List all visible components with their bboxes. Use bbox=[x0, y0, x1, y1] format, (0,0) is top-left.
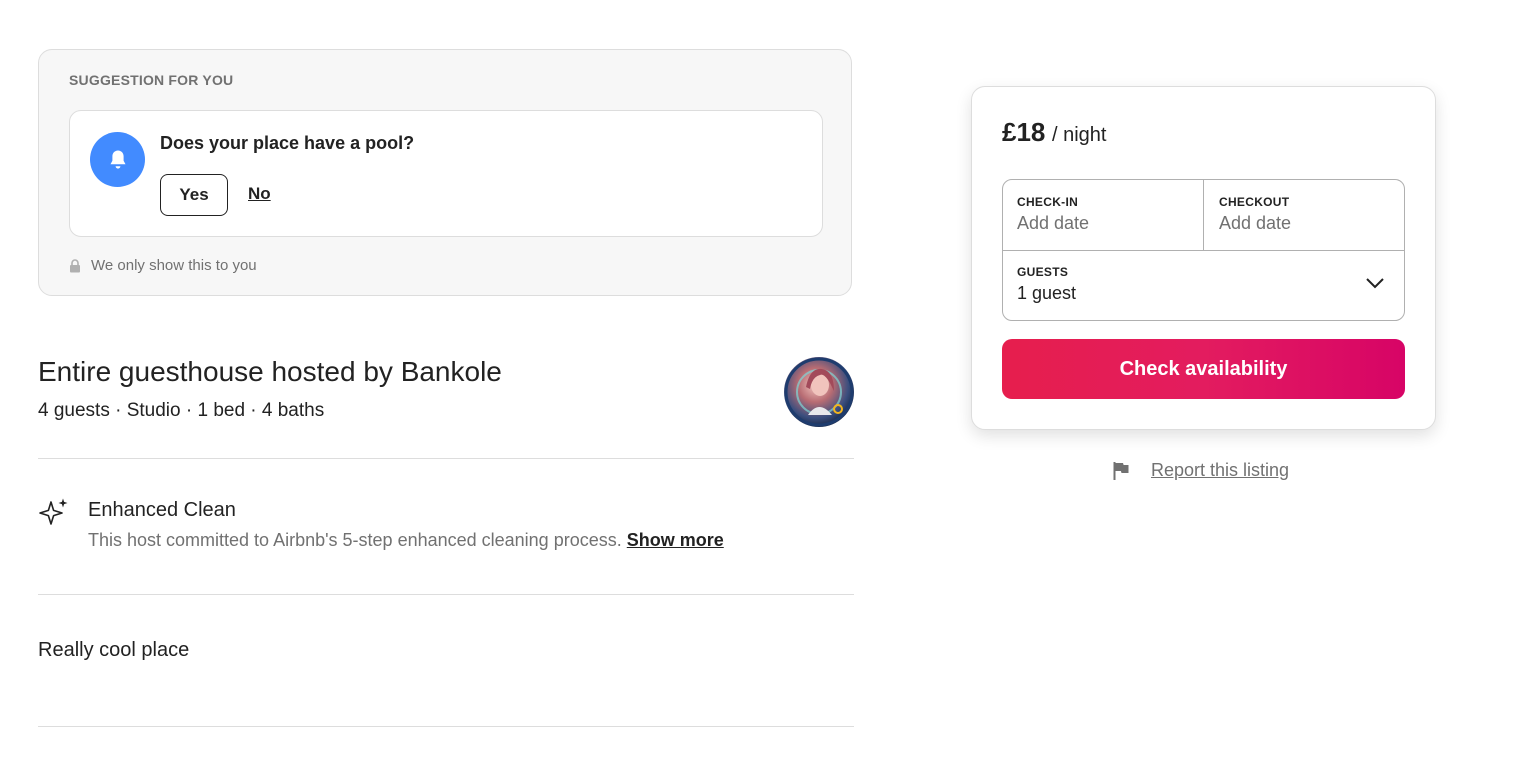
privacy-note: We only show this to you bbox=[69, 257, 257, 274]
guests-value: 1 guest bbox=[1017, 283, 1077, 303]
booking-card: £18 / night CHECK-IN Add date CHECKOUT A… bbox=[971, 86, 1436, 430]
guests-label: GUESTS bbox=[1017, 265, 1069, 279]
show-more-link[interactable]: Show more bbox=[627, 530, 724, 550]
feature-description: This host committed to Airbnb's 5-step e… bbox=[88, 530, 724, 551]
privacy-text: We only show this to you bbox=[91, 257, 257, 274]
no-link[interactable]: No bbox=[248, 184, 271, 204]
checkout-value: Add date bbox=[1219, 213, 1292, 233]
divider bbox=[38, 726, 854, 727]
yes-button[interactable]: Yes bbox=[160, 174, 228, 216]
pool-question-card: Does your place have a pool? Yes No bbox=[69, 110, 823, 237]
nightly-price: £18 bbox=[1002, 117, 1046, 147]
listing-title: Entire guesthouse hosted by Bankole bbox=[38, 356, 502, 387]
suggestion-heading: SUGGESTION FOR YOU bbox=[69, 72, 234, 88]
checkout-field[interactable]: CHECKOUT Add date bbox=[1204, 180, 1404, 250]
report-listing[interactable]: Report this listing bbox=[1113, 460, 1289, 481]
feature-description-text: This host committed to Airbnb's 5-step e… bbox=[88, 530, 622, 550]
pool-question: Does your place have a pool? bbox=[160, 133, 415, 153]
booking-inputs: CHECK-IN Add date CHECKOUT Add date GUES… bbox=[1002, 179, 1405, 321]
listing-summary: 4 guests · Studio · 1 bed · 4 baths bbox=[38, 400, 325, 421]
checkin-value: Add date bbox=[1017, 213, 1090, 233]
checkin-label: CHECK-IN bbox=[1017, 195, 1079, 209]
bell-icon bbox=[90, 132, 145, 187]
feature-title: Enhanced Clean bbox=[88, 499, 236, 521]
flag-icon bbox=[1113, 461, 1129, 480]
listing-description: Really cool place bbox=[38, 639, 190, 661]
sparkle-icon bbox=[39, 498, 68, 525]
host-avatar[interactable] bbox=[784, 357, 854, 427]
suggestion-card: SUGGESTION FOR YOU Does your place have … bbox=[38, 49, 852, 296]
check-availability-button[interactable]: Check availability bbox=[1002, 339, 1405, 399]
per-night-label: / night bbox=[1052, 124, 1107, 146]
chevron-down-icon[interactable] bbox=[1365, 273, 1385, 293]
checkout-label: CHECKOUT bbox=[1219, 195, 1290, 209]
lock-icon bbox=[70, 258, 80, 272]
guests-select[interactable]: GUESTS 1 guest bbox=[1003, 251, 1404, 320]
report-link[interactable]: Report this listing bbox=[1151, 460, 1289, 481]
divider bbox=[38, 458, 854, 459]
divider bbox=[38, 594, 854, 595]
checkin-field[interactable]: CHECK-IN Add date bbox=[1003, 180, 1203, 250]
